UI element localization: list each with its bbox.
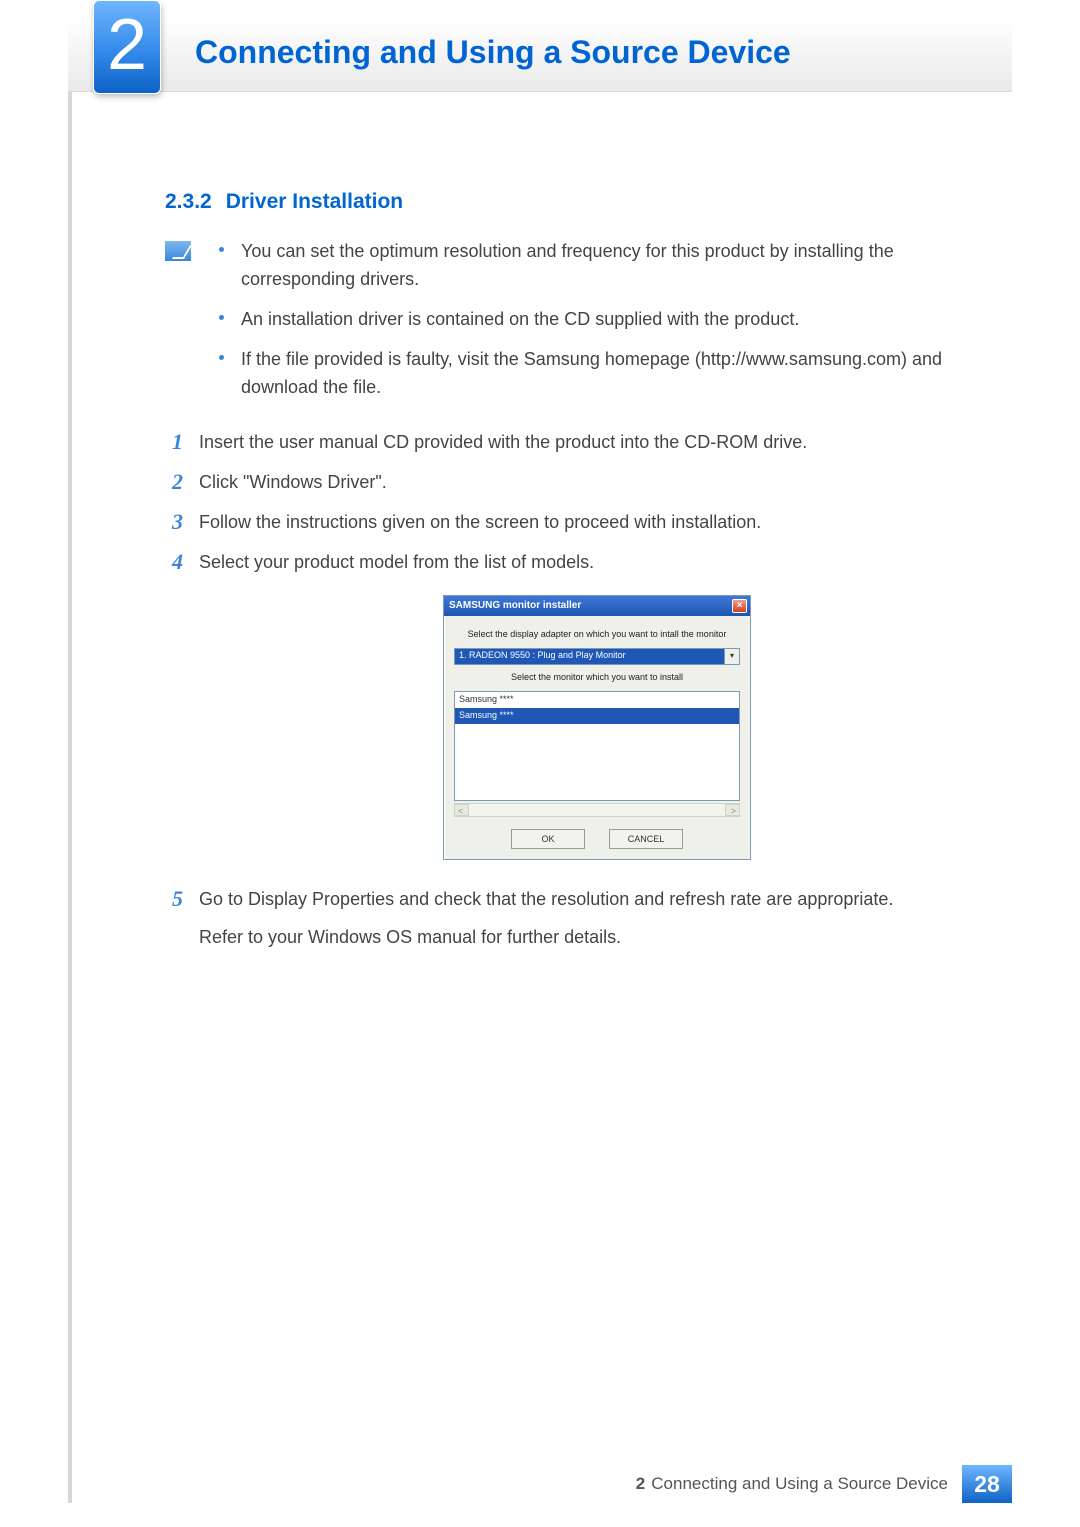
chevron-down-icon: ▾ — [724, 649, 739, 664]
note-item: If the file provided is faulty, visit th… — [213, 346, 995, 402]
ok-button[interactable]: OK — [511, 829, 585, 849]
installer-screenshot: SAMSUNG monitor installer × Select the d… — [199, 595, 995, 860]
chapter-number-badge: 2 — [93, 0, 161, 94]
installer-monitor-label: Select the monitor which you want to ins… — [454, 671, 740, 685]
section-title: Driver Installation — [226, 190, 403, 213]
note-icon — [165, 241, 191, 261]
step-text: Refer to your Windows OS manual for furt… — [199, 924, 995, 952]
section-heading: 2.3.2 Driver Installation — [165, 190, 995, 214]
step-text: Follow the instructions given on the scr… — [199, 509, 995, 537]
page-number: 28 — [962, 1465, 1012, 1503]
monitor-listbox[interactable]: Samsung **** Samsung **** — [454, 691, 740, 801]
step-item: 2 Click "Windows Driver". — [165, 469, 995, 497]
step-number: 3 — [165, 509, 183, 537]
close-icon[interactable]: × — [732, 599, 747, 613]
step-text: Insert the user manual CD provided with … — [199, 429, 995, 457]
page-footer: 2 Connecting and Using a Source Device 2… — [68, 1465, 1012, 1503]
installer-adapter-label: Select the display adapter on which you … — [454, 628, 740, 642]
adapter-dropdown[interactable]: 1. RADEON 9550 : Plug and Play Monitor ▾ — [454, 648, 740, 665]
installer-body: Select the display adapter on which you … — [444, 616, 750, 859]
note-block: You can set the optimum resolution and f… — [165, 238, 995, 413]
section-number: 2.3.2 — [165, 190, 212, 213]
horizontal-scrollbar[interactable]: < > — [454, 803, 740, 817]
note-item: An installation driver is contained on t… — [213, 306, 995, 334]
chapter-title: Connecting and Using a Source Device — [195, 34, 791, 71]
scroll-left-icon: < — [458, 805, 463, 819]
installer-buttons: OK CANCEL — [454, 829, 740, 849]
footer-chapter-label: 2 Connecting and Using a Source Device — [622, 1465, 962, 1503]
step-number: 1 — [165, 429, 183, 457]
cancel-button[interactable]: CANCEL — [609, 829, 683, 849]
footer-chapter-number: 2 — [636, 1474, 645, 1494]
step-text: Click "Windows Driver". — [199, 469, 995, 497]
step-text: Go to Display Properties and check that … — [199, 886, 995, 914]
step-item: 5 Go to Display Properties and check tha… — [165, 886, 995, 962]
step-number: 2 — [165, 469, 183, 497]
step-text: Select your product model from the list … — [199, 549, 995, 577]
page-content: 2.3.2 Driver Installation You can set the… — [165, 190, 995, 974]
scroll-right-icon: > — [731, 805, 736, 819]
adapter-selected: 1. RADEON 9550 : Plug and Play Monitor — [459, 649, 626, 663]
installer-titlebar: SAMSUNG monitor installer × — [444, 596, 750, 616]
note-list: You can set the optimum resolution and f… — [213, 238, 995, 413]
side-margin-stripe — [68, 24, 72, 1503]
installer-title: SAMSUNG monitor installer — [449, 598, 581, 614]
step-list: 1 Insert the user manual CD provided wit… — [165, 429, 995, 961]
step-number: 5 — [165, 886, 183, 962]
step-item: 1 Insert the user manual CD provided wit… — [165, 429, 995, 457]
footer-chapter-title: Connecting and Using a Source Device — [651, 1474, 948, 1494]
list-item[interactable]: Samsung **** — [455, 692, 739, 708]
step-body: Select your product model from the list … — [199, 549, 995, 874]
list-item[interactable]: Samsung **** — [455, 708, 739, 724]
installer-dialog: SAMSUNG monitor installer × Select the d… — [443, 595, 751, 860]
step-body: Go to Display Properties and check that … — [199, 886, 995, 962]
step-item: 4 Select your product model from the lis… — [165, 549, 995, 874]
step-number: 4 — [165, 549, 183, 874]
step-item: 3 Follow the instructions given on the s… — [165, 509, 995, 537]
note-item: You can set the optimum resolution and f… — [213, 238, 995, 294]
chapter-number: 2 — [107, 9, 147, 81]
